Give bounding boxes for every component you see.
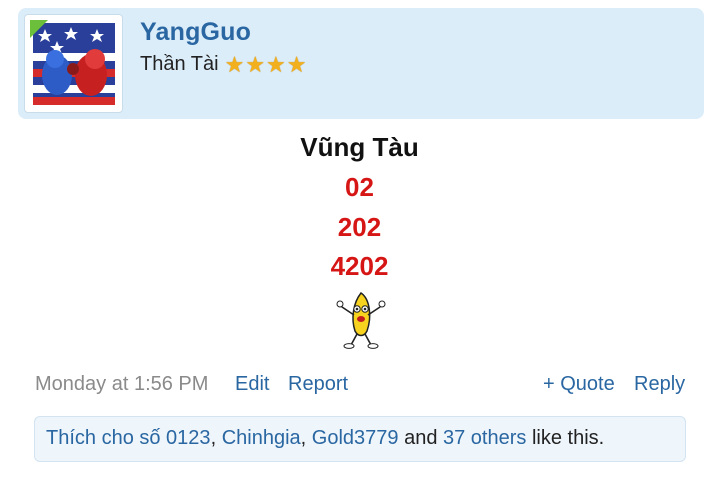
post-number: 202: [337, 212, 382, 242]
username-link[interactable]: YangGuo: [140, 18, 251, 47]
report-button[interactable]: Report: [288, 373, 348, 396]
star-icon: ★: [224, 51, 245, 77]
avatar[interactable]: [24, 14, 123, 113]
reply-button[interactable]: Reply: [634, 373, 685, 396]
quote-button[interactable]: + Quote: [543, 373, 615, 396]
likes-separator: ,: [210, 427, 222, 449]
rank-stars: ★ ★ ★ ★: [224, 51, 307, 77]
post-number: 02: [345, 172, 374, 202]
likes-suffix: like this.: [526, 427, 605, 449]
edit-button[interactable]: Edit: [235, 373, 269, 396]
like-user-link[interactable]: Thích cho số 0123: [46, 427, 211, 449]
likes-and-text: and: [398, 427, 443, 449]
user-title: Thần Tài ★ ★ ★ ★: [140, 53, 307, 76]
post-author-header: YangGuo Thần Tài ★ ★ ★ ★: [18, 8, 704, 119]
like-user-link[interactable]: Chinhgia: [222, 427, 301, 449]
like-user-link[interactable]: Gold3779: [312, 427, 399, 449]
star-icon: ★: [266, 51, 286, 77]
star-icon: ★: [245, 51, 266, 77]
post-timestamp[interactable]: Monday at 1:56 PM: [35, 373, 208, 396]
likes-others-link[interactable]: 37 others: [443, 427, 526, 449]
star-icon: ★: [286, 51, 307, 77]
likes-separator: ,: [300, 427, 312, 449]
likes-bar: Thích cho số 0123, Chinhgia, Gold3779 an…: [34, 416, 686, 462]
post-number: 4202: [330, 251, 389, 281]
post-city: Vũng Tàu: [300, 132, 419, 162]
dancing-banana-icon: [336, 291, 386, 349]
online-indicator: [30, 20, 48, 38]
user-title-text: Thần Tài: [140, 53, 219, 75]
